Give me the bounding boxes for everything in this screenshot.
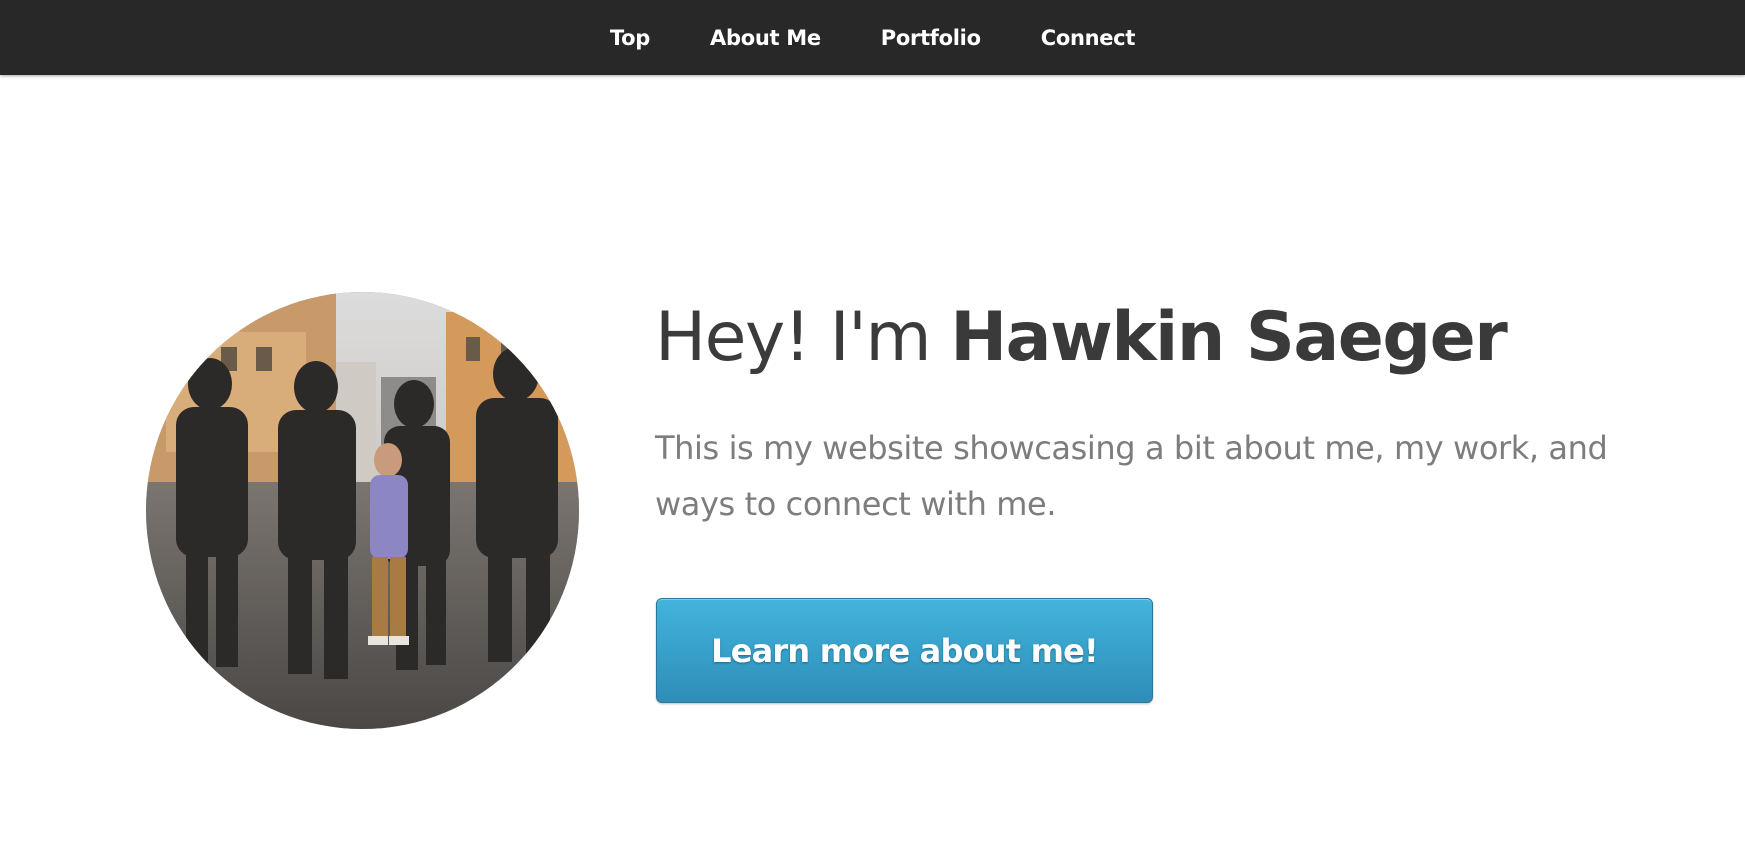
- nav-item-top[interactable]: Top: [610, 26, 650, 50]
- nav-item-portfolio[interactable]: Portfolio: [881, 26, 981, 50]
- profile-photo: [146, 292, 579, 729]
- greeting-prefix: Hey! I'm: [655, 298, 951, 377]
- profile-photo-illustration: [146, 292, 579, 729]
- owner-name: Hawkin Saeger: [950, 298, 1508, 377]
- nav-item-about-me[interactable]: About Me: [710, 26, 821, 50]
- nav-item-connect[interactable]: Connect: [1041, 26, 1136, 50]
- top-navbar: Top About Me Portfolio Connect: [0, 0, 1745, 75]
- nav-menu: Top About Me Portfolio Connect: [0, 0, 1745, 75]
- learn-more-button[interactable]: Learn more about me!: [656, 598, 1153, 703]
- hero-tagline: This is my website showcasing a bit abou…: [655, 429, 1608, 523]
- hero-heading: Hey! I'm Hawkin Saeger: [655, 292, 1508, 384]
